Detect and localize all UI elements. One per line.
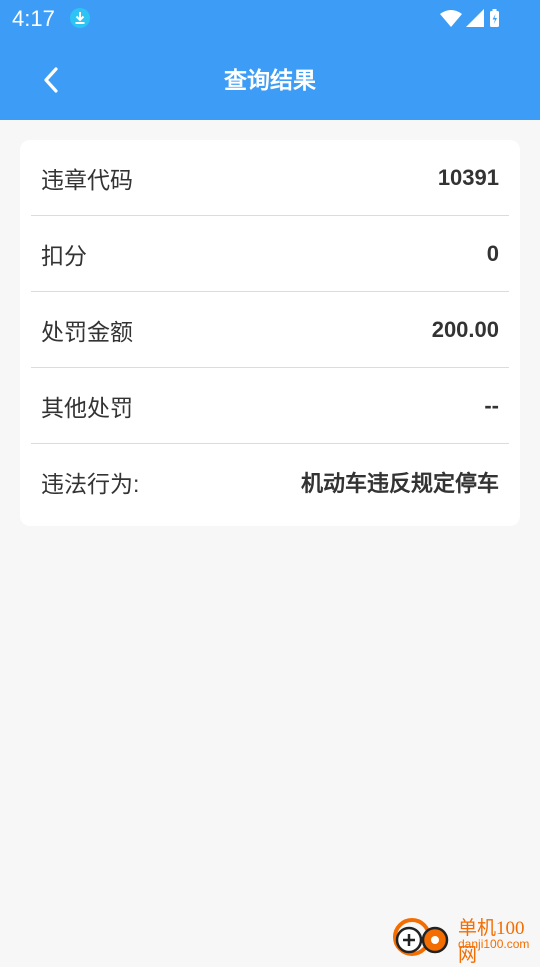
watermark-url: danji100.com <box>458 937 530 951</box>
detail-value: 机动车违反规定停车 <box>300 471 499 496</box>
wifi-icon <box>440 10 462 27</box>
battery-icon <box>490 9 499 27</box>
detail-label: 处罚金额 <box>41 318 133 345</box>
signal-icon <box>466 9 484 27</box>
detail-value: -- <box>484 392 499 418</box>
page-title: 查询结果 <box>224 67 316 93</box>
detail-row-fine: 处罚金额 200.00 <box>31 292 509 368</box>
status-time: 4:17 <box>12 6 55 31</box>
result-card: 违章代码 10391 扣分 0 处罚金额 200.00 其他处罚 -- 违法行为… <box>20 140 520 526</box>
detail-label: 扣分 <box>41 242 87 269</box>
watermark: 单机100网 danji100.com <box>390 910 540 966</box>
detail-label: 违法行为: <box>41 471 140 497</box>
detail-label: 其他处罚 <box>41 394 133 421</box>
download-notification-icon <box>70 8 90 28</box>
detail-value: 0 <box>486 240 499 266</box>
detail-value: 10391 <box>437 164 499 190</box>
app-bar: 查询结果 <box>0 38 540 120</box>
watermark-logo-icon <box>393 918 449 956</box>
detail-row-other-penalty: 其他处罚 -- <box>31 368 509 444</box>
detail-row-code: 违章代码 10391 <box>31 140 509 216</box>
status-bar: 4:17 <box>0 0 540 38</box>
detail-row-points: 扣分 0 <box>31 216 509 292</box>
detail-label: 违章代码 <box>41 166 133 193</box>
detail-value: 200.00 <box>431 316 499 342</box>
detail-row-violation: 违法行为: 机动车违反规定停车 <box>31 444 509 520</box>
